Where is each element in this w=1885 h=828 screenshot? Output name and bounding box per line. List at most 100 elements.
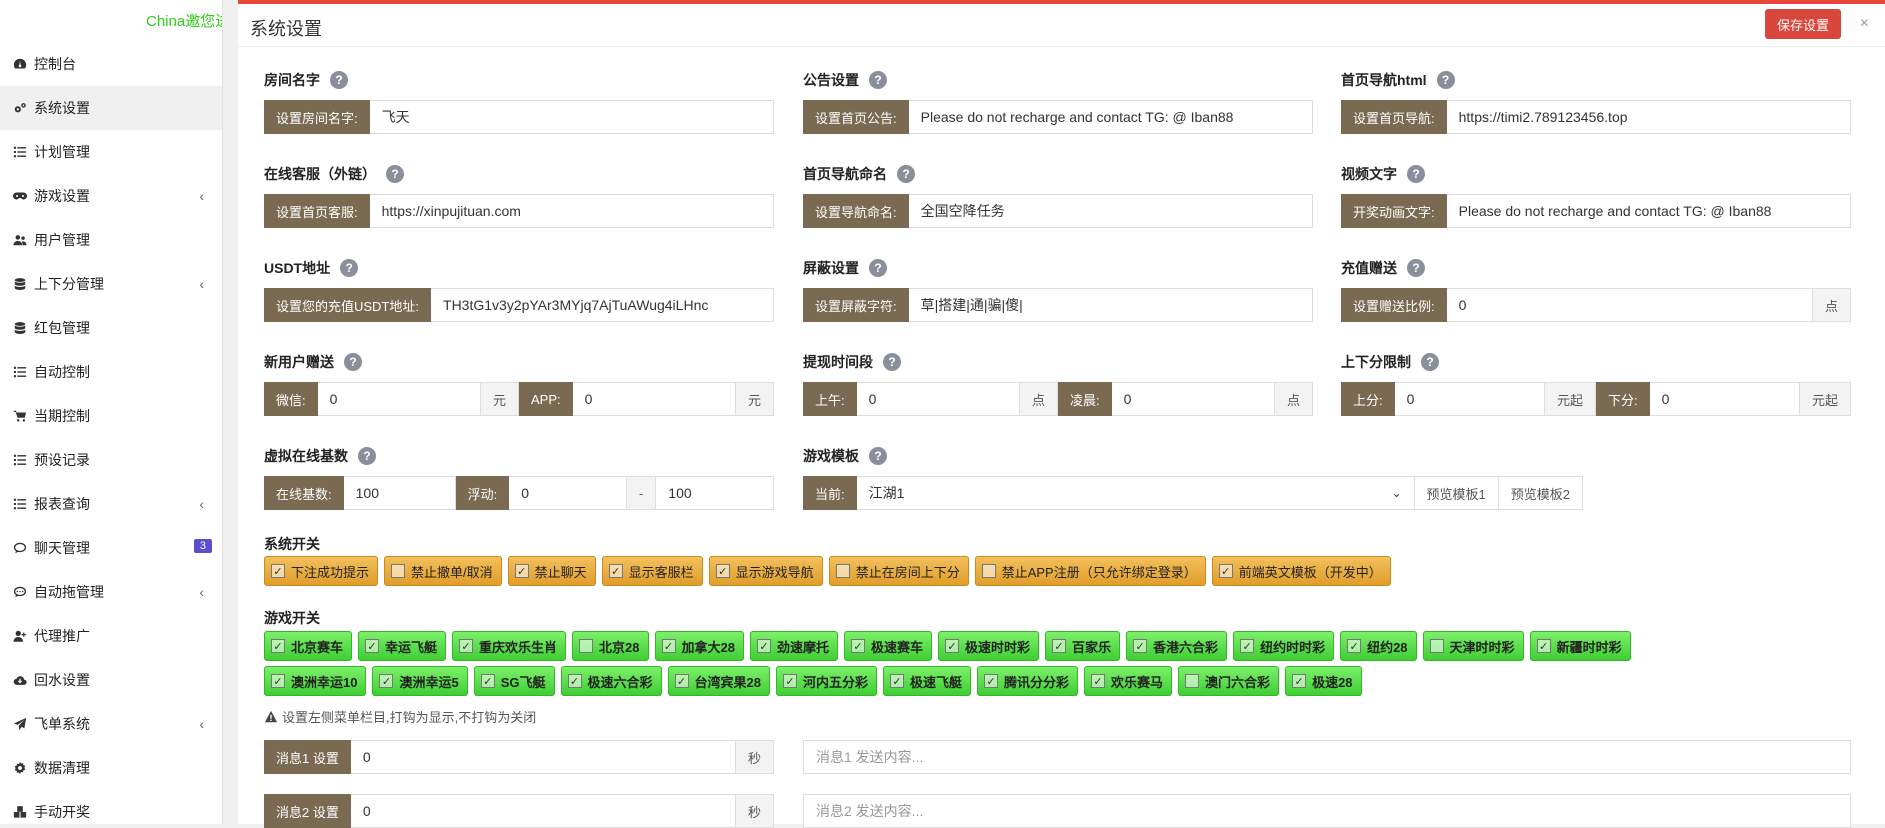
help-icon[interactable]: ? <box>1407 259 1425 277</box>
message-2-interval-input[interactable]: 0 <box>350 794 736 828</box>
switch-toggle[interactable]: ✓ 劲速摩托 <box>749 631 838 661</box>
checkbox[interactable] <box>1429 639 1444 653</box>
recharge-bonus-input[interactable]: 0 <box>1446 288 1813 322</box>
help-icon[interactable]: ? <box>1421 353 1439 371</box>
checkbox[interactable]: ✓ <box>782 674 797 688</box>
checkbox[interactable]: ✓ <box>715 564 730 578</box>
sidebar-item-7[interactable]: 自动控制 <box>0 350 222 394</box>
switch-toggle[interactable]: ✓ 加拿大28 <box>654 631 744 661</box>
switch-toggle[interactable]: ✓ 幸运飞艇 <box>358 631 447 661</box>
checkbox[interactable]: ✓ <box>851 639 865 653</box>
save-button[interactable]: 保存设置 <box>1764 9 1841 39</box>
sidebar-item-9[interactable]: 预设记录 <box>0 438 222 482</box>
switch-toggle[interactable]: ✓ 下注成功提示 <box>264 556 379 586</box>
help-icon[interactable]: ? <box>883 353 901 371</box>
switch-toggle[interactable]: ✓ 百家乐 <box>1045 631 1121 661</box>
sidebar-item-10[interactable]: 报表查询 ‹ <box>0 482 222 526</box>
sidebar-item-16[interactable]: 数据清理 <box>0 746 222 790</box>
am-input[interactable]: 0 <box>856 382 1020 416</box>
switch-toggle[interactable]: ✓ 新疆时时彩 <box>1529 631 1631 661</box>
help-icon[interactable]: ? <box>869 259 887 277</box>
checkbox[interactable]: ✓ <box>1292 674 1307 688</box>
switch-toggle[interactable]: 北京28 <box>572 631 649 661</box>
switch-toggle[interactable]: ✓ 前端英文模板（开发中） <box>1211 556 1391 586</box>
switch-toggle[interactable]: ✓ 欢乐赛马 <box>1084 666 1173 696</box>
sidebar-item-15[interactable]: 飞单系统 ‹ <box>0 702 222 746</box>
sidebar-item-12[interactable]: 自动拖管理 ‹ <box>0 570 222 614</box>
help-icon[interactable]: ? <box>330 71 348 89</box>
early-input[interactable]: 0 <box>1111 382 1275 416</box>
switch-toggle[interactable]: ✓ 台湾宾果28 <box>667 666 770 696</box>
service-input[interactable]: https://xinpujituan.com <box>369 194 774 228</box>
sidebar-item-17[interactable]: 手动开奖 <box>0 790 222 824</box>
float-min-input[interactable]: 0 <box>509 476 627 510</box>
checkbox[interactable]: ✓ <box>514 564 529 578</box>
sidebar-item-3[interactable]: 游戏设置 ‹ <box>0 174 222 218</box>
sidebar-item-13[interactable]: 代理推广 <box>0 614 222 658</box>
checkbox[interactable]: ✓ <box>459 639 474 653</box>
sidebar-item-5[interactable]: 上下分管理 ‹ <box>0 262 222 306</box>
switch-toggle[interactable]: 禁止撤单/取消 <box>384 556 502 586</box>
checkbox[interactable]: ✓ <box>379 674 394 688</box>
checkbox[interactable]: ✓ <box>271 674 285 688</box>
switch-toggle[interactable]: ✓ 显示客服栏 <box>601 556 703 586</box>
sidebar-item-6[interactable]: 红包管理 <box>0 306 222 350</box>
wechat-bonus-input[interactable]: 0 <box>317 382 481 416</box>
checkbox[interactable]: ✓ <box>1218 564 1233 578</box>
switch-toggle[interactable]: ✓ 极速六合彩 <box>560 666 662 696</box>
switch-toggle[interactable]: ✓ 北京赛车 <box>264 631 353 661</box>
checkbox[interactable]: ✓ <box>945 639 960 653</box>
checkbox[interactable]: ✓ <box>890 674 904 688</box>
help-icon[interactable]: ? <box>869 447 887 465</box>
switch-toggle[interactable]: ✓ 极速时时彩 <box>938 631 1040 661</box>
switch-toggle[interactable]: ✓ 极速28 <box>1285 666 1362 696</box>
switch-toggle[interactable]: ✓ 纽约时时彩 <box>1233 631 1335 661</box>
checkbox[interactable]: ✓ <box>1052 639 1067 653</box>
sidebar-item-14[interactable]: 回水设置 <box>0 658 222 702</box>
checkbox[interactable]: ✓ <box>661 639 676 653</box>
switch-toggle[interactable]: 禁止在房间上下分 <box>828 556 969 586</box>
help-icon[interactable]: ? <box>897 165 915 183</box>
up-input[interactable]: 0 <box>1394 382 1545 416</box>
checkbox[interactable] <box>579 639 594 653</box>
checkbox[interactable] <box>391 564 406 578</box>
sidebar-item-8[interactable]: 当期控制 <box>0 394 222 438</box>
switch-toggle[interactable]: ✓ 显示游戏导航 <box>708 556 823 586</box>
sidebar-item-2[interactable]: 计划管理 <box>0 130 222 174</box>
switch-toggle[interactable]: ✓ SG飞艇 <box>473 666 555 696</box>
switch-toggle[interactable]: 禁止APP注册（只允许绑定登录） <box>974 556 1206 586</box>
switch-toggle[interactable]: ✓ 极速赛车 <box>844 631 933 661</box>
online-base-input[interactable]: 100 <box>343 476 456 510</box>
preview-template-2-button[interactable]: 预览模板2 <box>1498 476 1583 510</box>
checkbox[interactable]: ✓ <box>271 639 285 653</box>
switch-toggle[interactable]: ✓ 河内五分彩 <box>775 666 877 696</box>
checkbox[interactable]: ✓ <box>567 674 582 688</box>
checkbox[interactable]: ✓ <box>1091 674 1106 688</box>
switch-toggle[interactable]: 澳门六合彩 <box>1178 666 1280 696</box>
switch-toggle[interactable]: 天津时时彩 <box>1422 631 1524 661</box>
help-icon[interactable]: ? <box>358 447 376 465</box>
sidebar-item-11[interactable]: 聊天管理 3 <box>0 526 222 570</box>
checkbox[interactable]: ✓ <box>365 639 380 653</box>
switch-toggle[interactable]: ✓ 澳洲幸运5 <box>372 666 468 696</box>
app-bonus-input[interactable]: 0 <box>572 382 736 416</box>
checkbox[interactable]: ✓ <box>1536 639 1551 653</box>
checkbox[interactable]: ✓ <box>608 564 623 578</box>
sidebar-item-4[interactable]: 用户管理 <box>0 218 222 262</box>
checkbox[interactable] <box>1185 674 1200 688</box>
help-icon[interactable]: ? <box>386 165 404 183</box>
nav-html-input[interactable]: https://timi2.789123456.top <box>1446 100 1851 134</box>
help-icon[interactable]: ? <box>1436 71 1455 89</box>
nav-name-input[interactable]: 全国空降任务 <box>908 194 1313 228</box>
checkbox[interactable]: ✓ <box>480 674 495 688</box>
usdt-input[interactable]: TH3tG1v3y2pYAr3MYjq7AjTuAWug4iLHnc <box>431 288 774 322</box>
checkbox[interactable]: ✓ <box>984 674 999 688</box>
checkbox[interactable]: ✓ <box>1240 639 1255 653</box>
switch-toggle[interactable]: ✓ 极速飞艇 <box>883 666 972 696</box>
switch-toggle[interactable]: ✓ 腾讯分分彩 <box>977 666 1079 696</box>
template-select[interactable]: 江湖1 ⌄ <box>856 476 1415 510</box>
switch-toggle[interactable]: ✓ 纽约28 <box>1340 631 1417 661</box>
checkbox[interactable]: ✓ <box>1133 639 1148 653</box>
switch-toggle[interactable]: ✓ 重庆欢乐生肖 <box>452 631 567 661</box>
sidebar-item-1[interactable]: 系统设置 <box>0 86 222 130</box>
